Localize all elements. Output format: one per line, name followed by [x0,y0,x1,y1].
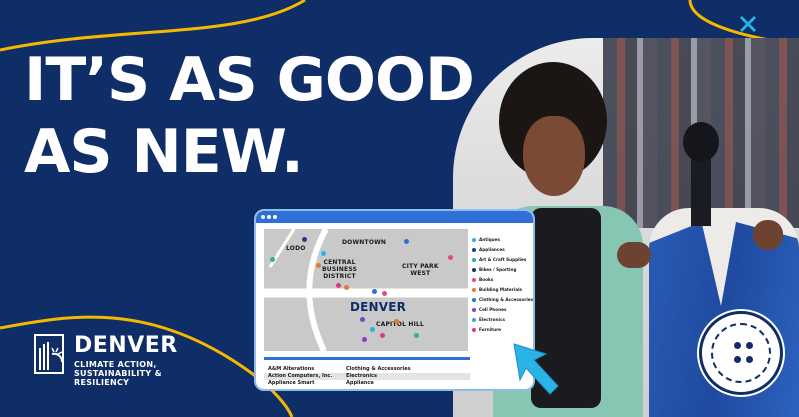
legend-item-bikes[interactable]: Bikes / Sporting [472,265,533,275]
map-label-lodo: LODO [286,245,306,252]
map-pin[interactable] [316,263,321,268]
legend-swatch [472,248,476,252]
logo-title: DENVER [74,333,178,358]
map-pin[interactable] [336,283,341,288]
headline: IT’S AS GOOD AS NEW. [24,44,494,188]
map-legend: Antiques Appliances Art & Craft Supplies… [472,235,534,335]
legend-label: Building Materials [479,287,523,292]
browser-window: LODO DOWNTOWN CENTRAL BUSINESS DISTRICT … [254,209,535,391]
button-stitch-ring [711,323,771,383]
map-pin[interactable] [344,285,349,290]
headline-line-1: IT’S AS GOOD [24,45,475,115]
business-name: Action Computers, Inc. [268,373,333,379]
window-dot [267,215,271,219]
listing-header-bar [264,357,470,360]
legend-label: Appliances [479,247,505,252]
map-label-central-business-district: CENTRAL BUSINESS DISTRICT [322,259,358,280]
legend-swatch [472,258,476,262]
map-pin[interactable] [360,317,365,322]
map-pin[interactable] [380,333,385,338]
legend-swatch [472,318,476,322]
business-category: Clothing & Accessories [346,366,411,372]
logo-subtitle: CLIMATE ACTION, SUSTAINABILITY & RESILIE… [74,360,162,387]
denver-sun-logo-icon [34,334,64,374]
business-category: Electronics [346,373,377,379]
legend-item-appliances[interactable]: Appliances [472,245,533,255]
map-pin[interactable] [372,289,377,294]
map-pin[interactable] [382,291,387,296]
business-category: Appliance [346,380,374,386]
map-label-city-park-west: CITY PARK WEST [402,263,439,277]
x-shape-icon [740,16,756,32]
map-label-denver: DENVER [350,300,407,314]
button-hole [734,342,741,349]
map-pin[interactable] [302,237,307,242]
browser-title-bar [256,211,533,223]
listing-row[interactable]: Appliance Smart Appliance [264,380,470,387]
legend-item-furniture[interactable]: Furniture [472,325,533,335]
map-pin[interactable] [370,327,375,332]
mannequin-neck [691,156,711,226]
legend-swatch [472,328,476,332]
legend-item-building-materials[interactable]: Building Materials [472,285,533,295]
listing-row[interactable]: A&M Alterations Clothing & Accessories [264,366,470,373]
legend-item-art-craft[interactable]: Art & Craft Supplies [472,255,533,265]
map-pin[interactable] [404,239,409,244]
listing-row[interactable]: Action Computers, Inc. Electronics [264,373,470,380]
window-dot [273,215,277,219]
button-hole [746,342,753,349]
legend-swatch [472,308,476,312]
map-pin[interactable] [394,319,399,324]
cursor-arrow-icon [513,343,559,395]
legend-label: Art & Craft Supplies [479,257,527,262]
legend-swatch [472,278,476,282]
map-pin[interactable] [448,255,453,260]
legend-label: Clothing & Accessories [479,297,534,302]
map-pin[interactable] [362,337,367,342]
denver-logo: DENVER CLIMATE ACTION, SUSTAINABILITY & … [34,332,234,402]
legend-label: Bikes / Sporting [479,267,517,272]
button-hole [734,356,741,363]
business-name: A&M Alterations [268,366,315,372]
business-listing: A&M Alterations Clothing & Accessories Ac… [264,357,470,387]
legend-label: Cell Phones [479,307,507,312]
woman-hand-left [617,242,651,268]
button-hole [746,356,753,363]
legend-label: Antiques [479,237,500,242]
legend-label: Electronics [479,317,505,322]
legend-swatch [472,288,476,292]
map-pin[interactable] [270,257,275,262]
legend-item-books[interactable]: Books [472,275,533,285]
map-pin[interactable] [321,251,326,256]
map-pin[interactable] [414,333,419,338]
legend-item-clothing[interactable]: Clothing & Accessories [472,295,534,305]
legend-label: Books [479,277,494,282]
woman-hand-right [753,220,783,250]
sewing-button-graphic [699,311,783,395]
business-name: Appliance Smart [268,380,315,386]
legend-swatch [472,298,476,302]
ad-banner: IT’S AS GOOD AS NEW. LODO DOWNTOWN CENTR… [0,0,799,417]
legend-label: Furniture [479,327,502,332]
denver-map[interactable]: LODO DOWNTOWN CENTRAL BUSINESS DISTRICT … [264,229,468,351]
legend-item-electronics[interactable]: Electronics [472,315,533,325]
legend-item-antiques[interactable]: Antiques [472,235,533,245]
map-label-downtown: DOWNTOWN [342,239,387,246]
mannequin-head [683,122,719,162]
legend-item-cell-phones[interactable]: Cell Phones [472,305,533,315]
window-dot [261,215,265,219]
map-label-capitol-hill: CAPITOL HILL [376,321,425,328]
legend-swatch [472,238,476,242]
legend-swatch [472,268,476,272]
woman-face [523,116,585,196]
headline-line-2: AS NEW. [24,117,304,187]
